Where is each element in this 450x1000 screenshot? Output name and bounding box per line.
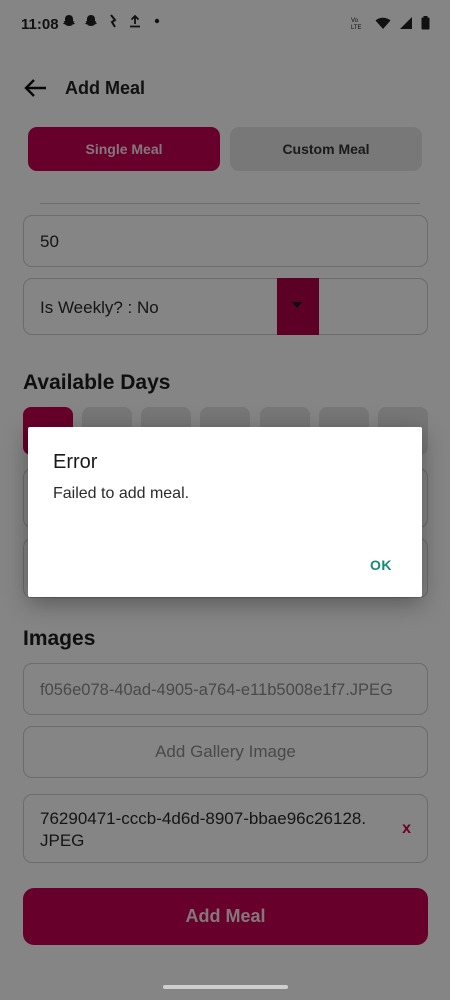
ok-button[interactable]: OK [370,557,392,573]
home-indicator[interactable] [163,985,288,989]
error-dialog: Error Failed to add meal. OK [28,427,422,597]
dialog-title: Error [53,451,98,473]
dialog-message: Failed to add meal. [53,485,190,502]
